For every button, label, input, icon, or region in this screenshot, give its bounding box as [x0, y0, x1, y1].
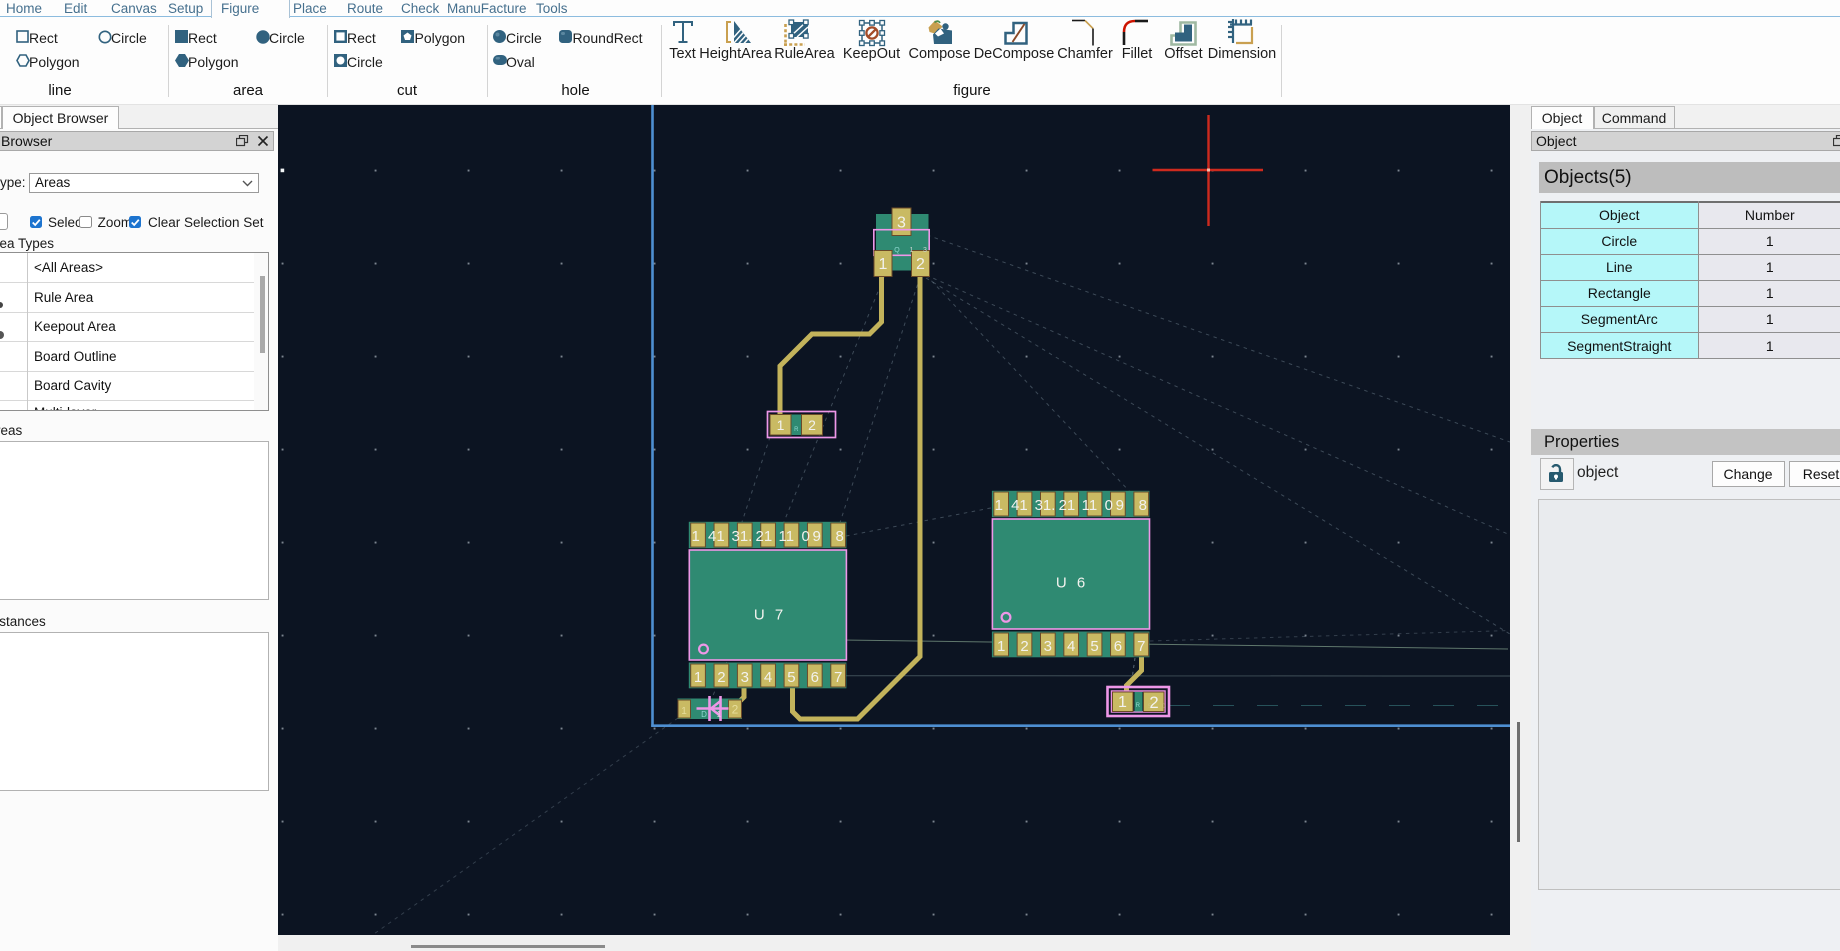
- svg-text:4: 4: [764, 669, 772, 686]
- svg-text:1: 1: [879, 256, 888, 273]
- svg-text:41: 41: [708, 528, 725, 545]
- svg-text:1: 1: [692, 528, 700, 545]
- svg-text:3: 3: [1044, 638, 1052, 655]
- svg-text:7: 7: [1137, 638, 1145, 655]
- svg-text:0: 0: [802, 528, 810, 545]
- svg-text:21: 21: [1059, 497, 1076, 514]
- svg-text:2: 2: [808, 417, 816, 433]
- svg-text:3: 3: [897, 215, 906, 232]
- svg-text:5: 5: [1090, 638, 1098, 655]
- svg-text:7: 7: [834, 669, 842, 686]
- svg-text:9: 9: [813, 528, 821, 545]
- svg-text:R: R: [794, 427, 799, 433]
- svg-text:5: 5: [787, 669, 795, 686]
- svg-text:1: 1: [910, 247, 914, 254]
- svg-text:1: 1: [997, 638, 1005, 655]
- svg-text:11: 11: [1082, 497, 1098, 514]
- svg-text:1: 1: [995, 497, 1003, 514]
- svg-text:9: 9: [1116, 497, 1124, 514]
- svg-text:U 6: U 6: [1056, 575, 1088, 592]
- svg-text:2: 2: [1020, 638, 1028, 655]
- svg-text:D: D: [701, 710, 707, 719]
- svg-text:3: 3: [923, 247, 927, 254]
- svg-text:3: 3: [741, 669, 749, 686]
- svg-text:11: 11: [779, 528, 795, 545]
- svg-text:8: 8: [1139, 497, 1147, 514]
- svg-text:R: R: [1136, 703, 1141, 709]
- svg-text:6: 6: [811, 669, 819, 686]
- svg-text:1: 1: [777, 417, 785, 433]
- svg-text:1: 1: [694, 669, 702, 686]
- svg-text:31.: 31.: [732, 528, 753, 545]
- svg-text:41: 41: [1011, 497, 1028, 514]
- svg-text:1: 1: [717, 710, 722, 719]
- svg-text:1: 1: [1118, 694, 1127, 711]
- svg-text:Q: Q: [894, 247, 900, 254]
- svg-text:1: 1: [681, 706, 687, 717]
- svg-text:6: 6: [1114, 638, 1122, 655]
- svg-text:21: 21: [756, 528, 773, 545]
- svg-text:4: 4: [1067, 638, 1075, 655]
- svg-text:2: 2: [717, 669, 725, 686]
- svg-text:2: 2: [732, 703, 739, 717]
- svg-text:U 7: U 7: [754, 607, 786, 624]
- svg-text:0: 0: [1105, 497, 1113, 514]
- svg-text:8: 8: [836, 528, 844, 545]
- svg-text:2: 2: [916, 256, 925, 273]
- svg-text:31.: 31.: [1035, 497, 1056, 514]
